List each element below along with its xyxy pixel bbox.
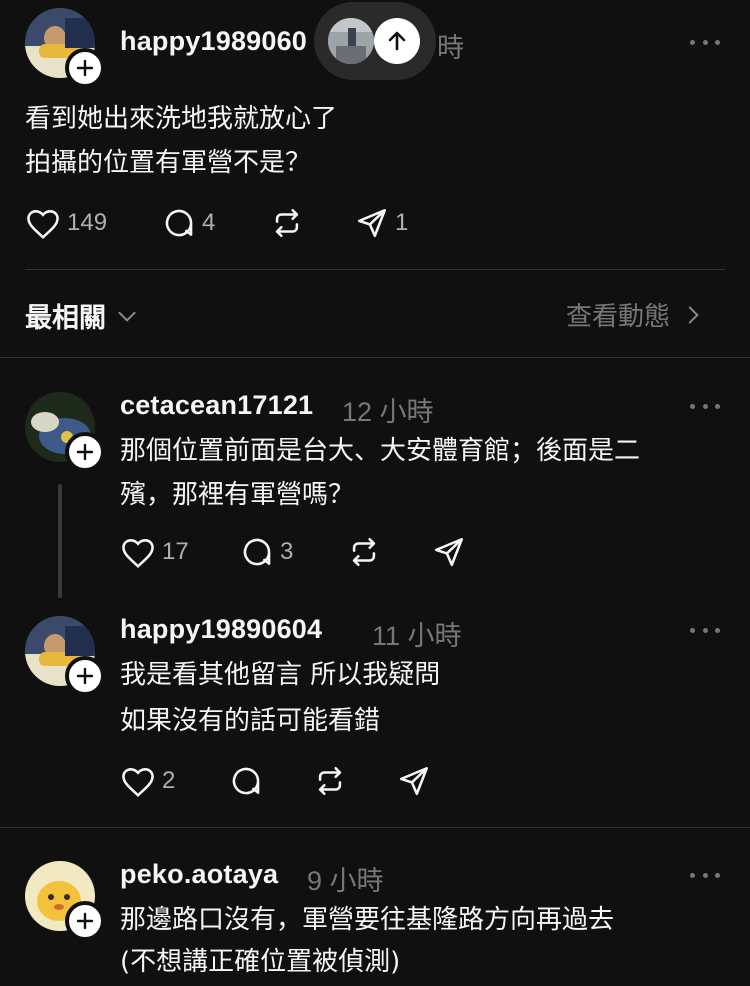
post-text-line: 拍攝的位置有軍營不是？ <box>25 148 312 178</box>
comment-username[interactable]: cetacean17121 <box>120 390 313 421</box>
repost-icon <box>352 537 376 567</box>
like-button[interactable]: 149 <box>25 206 107 240</box>
divider <box>25 269 725 270</box>
like-button[interactable]: 2 <box>120 764 175 798</box>
more-options-icon[interactable] <box>690 38 720 46</box>
divider <box>0 357 750 358</box>
like-button[interactable]: 17 <box>120 535 189 569</box>
chevron-down-icon <box>118 311 136 322</box>
sort-dropdown[interactable]: 最相關 <box>25 296 140 335</box>
comment-time: 9 小時 <box>307 866 384 896</box>
comment-text-line: 那個位置前面是台大、大安體育館；後面是二 <box>120 436 641 466</box>
reply-button[interactable] <box>229 764 263 798</box>
repost-button[interactable] <box>270 206 304 240</box>
reply-button[interactable]: 4 <box>162 206 215 240</box>
like-count: 149 <box>67 209 108 236</box>
sort-label: 最相關 <box>25 303 106 334</box>
chevron-right-icon <box>688 305 699 324</box>
repost-icon <box>318 766 342 796</box>
divider <box>0 827 750 828</box>
like-count: 2 <box>162 767 176 794</box>
comment-text-line: 如果沒有的話可能看錯 <box>120 706 381 736</box>
more-options-icon[interactable] <box>690 871 720 879</box>
follow-plus-icon[interactable] <box>65 656 105 696</box>
send-icon <box>357 208 387 238</box>
share-button[interactable] <box>432 535 466 569</box>
comment-time: 11 小時 <box>372 621 462 651</box>
post-username[interactable]: happy1989060 <box>120 26 307 57</box>
follow-plus-icon[interactable] <box>65 432 105 472</box>
follow-plus-icon[interactable] <box>65 48 105 88</box>
arrow-up-icon[interactable] <box>374 18 420 64</box>
comment-username[interactable]: peko.aotaya <box>120 859 278 890</box>
scroll-to-top-pill[interactable] <box>314 2 436 80</box>
view-activity-link[interactable]: 查看動態 <box>566 296 706 333</box>
like-count: 17 <box>162 538 189 565</box>
send-icon <box>434 537 464 567</box>
send-icon <box>399 766 429 796</box>
share-button[interactable]: 1 <box>355 206 408 240</box>
more-options-icon[interactable] <box>690 402 720 410</box>
repost-icon <box>275 208 299 238</box>
more-options-icon[interactable] <box>690 626 720 634</box>
heart-icon <box>27 210 59 239</box>
comment-text-line: 我是看其他留言 所以我疑問 <box>120 660 441 690</box>
heart-icon <box>122 539 154 568</box>
post-text-line: 看到她出來洗地我就放心了 <box>25 104 338 134</box>
reply-count: 3 <box>280 538 294 565</box>
thumbnail-image <box>328 18 374 64</box>
repost-button[interactable] <box>313 764 347 798</box>
thread-line <box>58 484 62 598</box>
comment-text-line: (不想講正確位置被偵測) <box>120 947 401 977</box>
share-button[interactable] <box>397 764 431 798</box>
repost-button[interactable] <box>347 535 381 569</box>
comment-text-line: 殯，那裡有軍營嗎？ <box>120 480 355 510</box>
comment-icon <box>243 538 271 566</box>
comment-icon <box>165 209 193 237</box>
post-time: 時 <box>437 33 464 63</box>
view-activity-label: 查看動態 <box>566 302 671 332</box>
reply-button[interactable]: 3 <box>240 535 293 569</box>
comment-text-line: 那邊路口沒有，軍營要往基隆路方向再過去 <box>120 905 615 935</box>
comment-icon <box>232 767 260 795</box>
follow-plus-icon[interactable] <box>65 901 105 941</box>
comment-username[interactable]: happy19890604 <box>120 614 322 645</box>
heart-icon <box>122 768 154 797</box>
comment-time: 12 小時 <box>342 397 434 427</box>
reply-count: 4 <box>202 209 216 236</box>
share-count: 1 <box>395 209 409 236</box>
